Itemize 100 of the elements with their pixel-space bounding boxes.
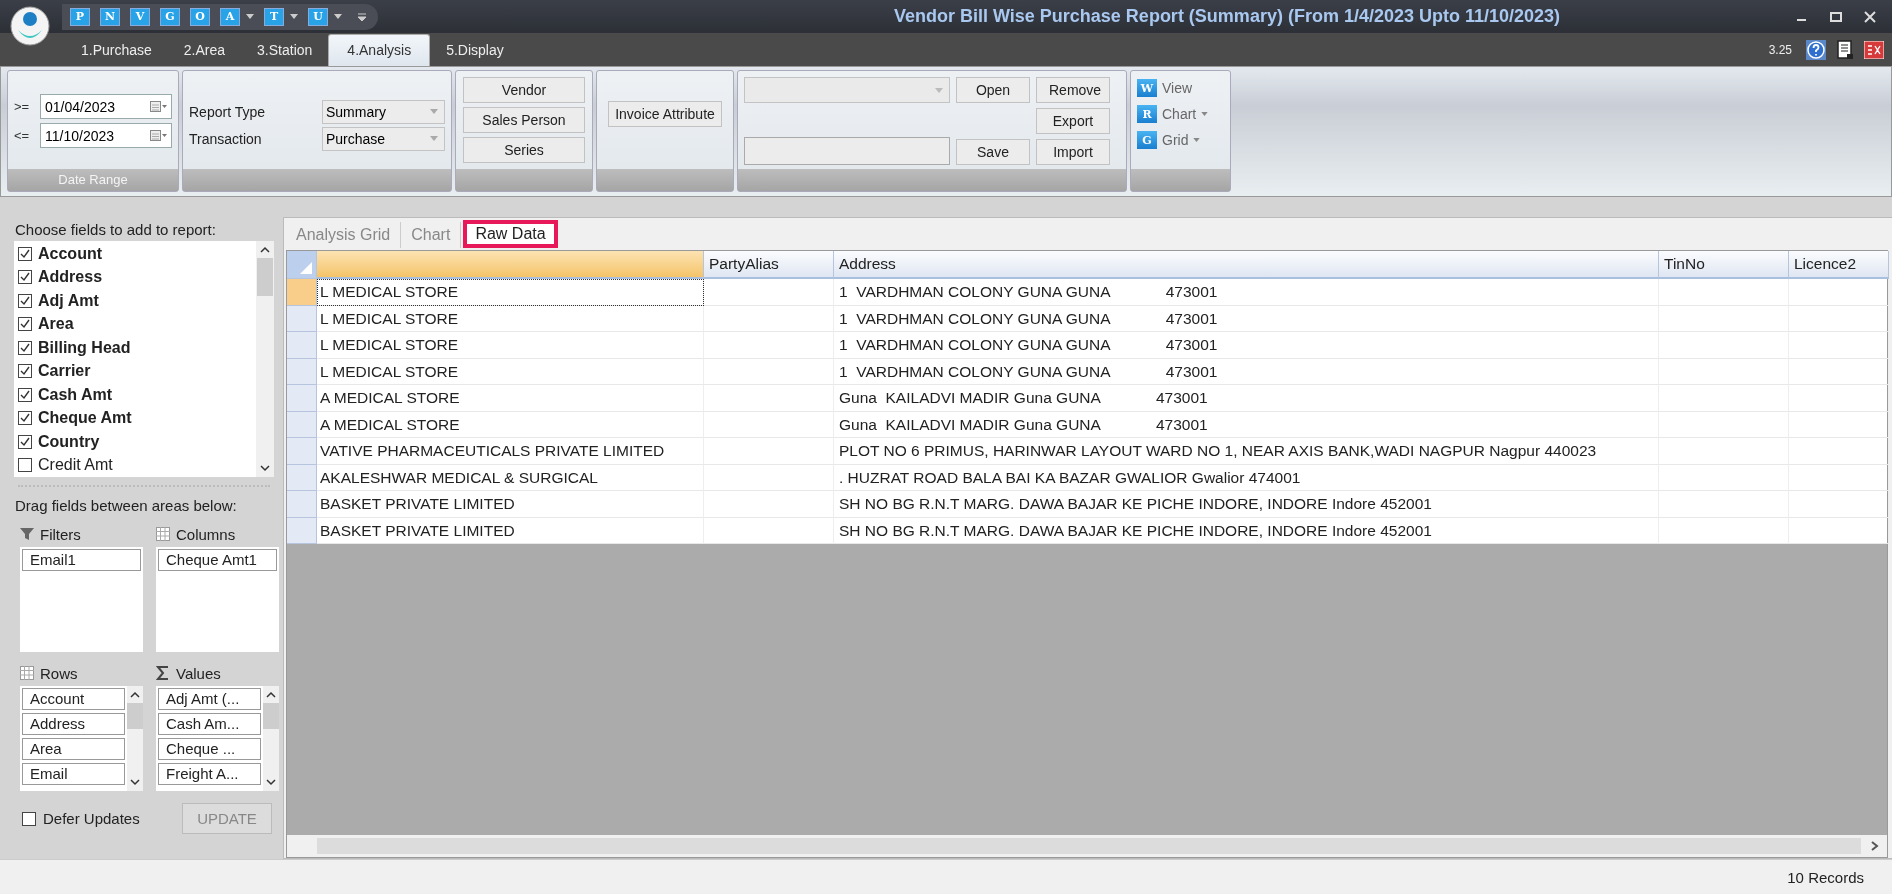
- area-field-item[interactable]: Freight A...: [158, 763, 261, 785]
- table-cell: BASKET PRIVATE LIMITED: [317, 491, 704, 518]
- scroll-down-icon[interactable]: [260, 465, 270, 472]
- scroll-right-icon[interactable]: [1871, 841, 1879, 851]
- caret-icon[interactable]: [1201, 112, 1209, 116]
- area-label: Columns: [176, 525, 236, 543]
- save-button[interactable]: Save: [956, 139, 1030, 165]
- checkbox[interactable]: [18, 434, 32, 449]
- date-picker[interactable]: 11/10/2023: [40, 123, 172, 148]
- scrollbar-thumb[interactable]: [263, 703, 279, 729]
- import-button[interactable]: Import: [1036, 139, 1110, 165]
- checkbox[interactable]: [18, 270, 32, 285]
- field-label[interactable]: Carrier: [38, 362, 91, 381]
- area-field-item[interactable]: Adj Amt (...: [158, 688, 261, 710]
- customize-caret-icon[interactable]: [358, 12, 366, 21]
- table-cell: 1 VARDHMAN COLONY GUNA GUNA 473001: [834, 358, 1659, 385]
- option-label: Report Type: [189, 103, 265, 120]
- scrollbar-thumb[interactable]: [257, 258, 273, 296]
- caret-icon[interactable]: [334, 14, 342, 19]
- view-option-button[interactable]: G Grid: [1137, 131, 1201, 149]
- caret-icon[interactable]: [1193, 138, 1201, 142]
- scroll-up-icon[interactable]: [130, 691, 140, 698]
- remove-button[interactable]: Remove: [1036, 77, 1110, 103]
- filter-button[interactable]: Sales Person: [463, 107, 585, 133]
- field-label[interactable]: Cash Amt: [38, 385, 113, 404]
- help-icon[interactable]: [1806, 40, 1826, 60]
- filter-button[interactable]: Vendor: [463, 77, 585, 103]
- field-label[interactable]: Billing Head: [38, 338, 131, 357]
- document-icon[interactable]: [1836, 40, 1854, 60]
- area-field-item[interactable]: Email: [22, 763, 125, 785]
- checkbox[interactable]: [18, 340, 32, 355]
- caret-icon[interactable]: [290, 14, 298, 19]
- area-field-item[interactable]: Account: [22, 688, 125, 710]
- checkbox[interactable]: [18, 387, 32, 402]
- option-label: Transaction: [189, 130, 262, 147]
- scroll-up-icon[interactable]: [260, 246, 270, 253]
- calendar-icon[interactable]: [150, 100, 168, 113]
- caret-icon[interactable]: [246, 14, 254, 19]
- exit-icon[interactable]: [1864, 41, 1884, 59]
- area-field-item[interactable]: Address: [22, 713, 125, 735]
- date-picker[interactable]: 01/04/2023: [40, 94, 172, 119]
- checkbox[interactable]: [18, 293, 32, 308]
- area-field-item[interactable]: Email1: [22, 549, 141, 571]
- maximize-icon[interactable]: [1830, 10, 1842, 23]
- column-header[interactable]: PartyAlias: [704, 251, 834, 279]
- column-header[interactable]: Licence2: [1789, 251, 1889, 279]
- field-label[interactable]: Area: [38, 315, 74, 334]
- area-field-item[interactable]: Cheque Amt1: [158, 549, 277, 571]
- ribbon-tab[interactable]: 1.Purchase: [65, 34, 168, 66]
- drop-area[interactable]: Adj Amt (... Cash Am... Cheque ... Freight A...: [156, 686, 279, 791]
- checkbox[interactable]: [18, 317, 32, 332]
- field-label[interactable]: Credit Amt: [38, 456, 113, 475]
- filter-icon: [20, 527, 34, 541]
- scrollbar-thumb[interactable]: [127, 703, 143, 729]
- content-tab[interactable]: Raw Data: [463, 220, 558, 248]
- scroll-up-icon[interactable]: [266, 691, 276, 698]
- scrollbar[interactable]: [263, 686, 279, 791]
- area-field-item[interactable]: Area: [22, 738, 125, 760]
- field-label[interactable]: Cheque Amt: [38, 409, 132, 428]
- scrollbar[interactable]: [256, 241, 274, 477]
- invoice-attribute-button[interactable]: Invoice Attribute: [608, 101, 722, 127]
- scroll-down-icon[interactable]: [266, 779, 276, 786]
- view-option-button[interactable]: R Chart: [1137, 105, 1209, 123]
- checkbox[interactable]: [18, 246, 32, 261]
- column-header[interactable]: TinNo: [1659, 251, 1789, 279]
- close-icon[interactable]: [1864, 10, 1876, 23]
- table-cell: 1 VARDHMAN COLONY GUNA GUNA 473001: [834, 279, 1659, 306]
- ribbon-tab[interactable]: 5.Display: [430, 34, 520, 66]
- export-button[interactable]: Export: [1036, 108, 1110, 134]
- drop-area[interactable]: Email1: [20, 547, 143, 652]
- layout-name-field[interactable]: [744, 137, 950, 165]
- filter-button[interactable]: Series: [463, 137, 585, 163]
- version-label: 3.25: [1768, 43, 1792, 57]
- checkbox[interactable]: [18, 411, 32, 426]
- checkbox-label[interactable]: Defer Updates: [43, 810, 140, 827]
- field-label[interactable]: Country: [38, 432, 100, 451]
- column-header[interactable]: Address: [834, 251, 1659, 279]
- field-label[interactable]: Address: [38, 268, 103, 287]
- field-label[interactable]: Adj Amt: [38, 291, 99, 310]
- ribbon-tab[interactable]: 4.Analysis: [328, 34, 431, 66]
- drop-area[interactable]: Account Address Area Email: [20, 686, 143, 791]
- checkbox[interactable]: [18, 364, 32, 379]
- ribbon-tab[interactable]: 3.Station: [241, 34, 329, 66]
- calendar-icon[interactable]: [150, 129, 168, 142]
- scrollbar[interactable]: [127, 686, 143, 791]
- scroll-down-icon[interactable]: [130, 779, 140, 786]
- table-cell: . HUZRAT ROAD BALA BAI KA BAZAR GWALIOR Gwalior 474001: [834, 464, 1659, 491]
- dropdown-field[interactable]: Summary: [322, 99, 445, 124]
- dropdown-field[interactable]: Purchase: [322, 126, 445, 151]
- checkbox[interactable]: [22, 811, 36, 826]
- table-cell: SH NO BG R.N.T MARG. DAWA BAJAR KE PICHE INDORE, INDORE Indore 452001: [834, 491, 1659, 518]
- field-label[interactable]: Account: [38, 244, 102, 263]
- checkbox[interactable]: [18, 458, 32, 473]
- area-field-item[interactable]: Cheque ...: [158, 738, 261, 760]
- open-button[interactable]: Open: [956, 77, 1030, 103]
- ribbon-tab[interactable]: 2.Area: [167, 34, 242, 66]
- area-field-item[interactable]: Cash Am...: [158, 713, 261, 735]
- table-grid-icon: [20, 666, 34, 680]
- drop-area[interactable]: Cheque Amt1: [156, 547, 279, 652]
- view-option-button[interactable]: W View: [1137, 79, 1193, 97]
